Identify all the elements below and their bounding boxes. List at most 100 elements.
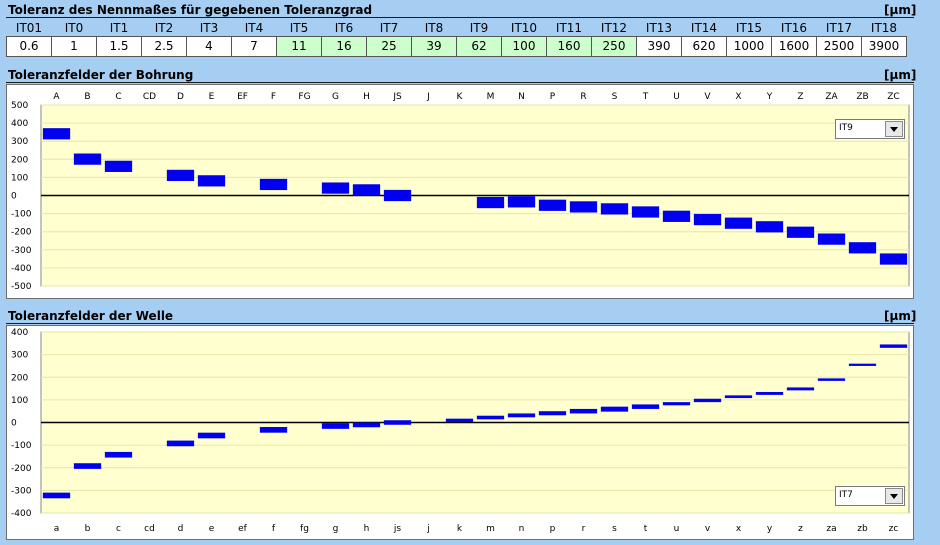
category-label: m	[486, 524, 495, 534]
category-label: js	[393, 524, 402, 534]
category-label: b	[85, 524, 91, 534]
tolerance-bar	[879, 344, 908, 348]
y-tick-label: -200	[11, 464, 32, 474]
y-tick-label: 0	[11, 419, 17, 429]
tolerance-bar	[259, 178, 288, 191]
grade-label: IT2	[154, 21, 174, 35]
category-label: n	[519, 524, 525, 534]
grade-value: 62	[456, 36, 502, 57]
y-tick-label: 200	[11, 155, 28, 165]
category-label: H	[363, 92, 370, 102]
shaft-grade-dropdown[interactable]: IT7	[835, 486, 905, 506]
tolerance-bar	[507, 196, 536, 208]
grade-label: IT8	[424, 21, 444, 35]
chevron-down-icon[interactable]	[885, 488, 903, 504]
category-label: e	[209, 524, 215, 534]
shaft-unit: [µm]	[884, 309, 917, 323]
tolerance-bar	[166, 440, 195, 447]
grade-label: IT17	[825, 21, 853, 35]
tolerance-bar	[786, 226, 815, 238]
y-tick-label: -500	[11, 282, 32, 292]
tolerance-bar	[724, 217, 753, 229]
shaft-rule	[6, 323, 914, 324]
category-label: y	[767, 524, 773, 534]
tolerance-bar	[197, 432, 226, 439]
category-label: Z	[797, 92, 803, 102]
tolerance-bar	[259, 427, 288, 433]
bore-dropdown-value: IT9	[839, 123, 853, 133]
category-label: FG	[298, 92, 310, 102]
tolerance-bar	[352, 422, 381, 428]
grade-label: IT14	[690, 21, 718, 35]
y-tick-label: -100	[11, 210, 32, 220]
grade-value: 11	[276, 36, 322, 57]
grade-value: 620	[681, 36, 727, 57]
category-label: C	[115, 92, 121, 102]
grade-value: 250	[591, 36, 637, 57]
tolerance-bar	[693, 398, 722, 403]
y-tick-label: -100	[11, 441, 32, 451]
category-label: EF	[237, 92, 248, 102]
tolerance-bar	[104, 160, 133, 172]
category-label: N	[518, 92, 525, 102]
grade-value: 100	[501, 36, 547, 57]
grade-value: 3900	[861, 36, 907, 57]
y-tick-label: -400	[11, 509, 32, 519]
category-label: Y	[766, 92, 773, 102]
tolerance-bar	[662, 402, 691, 406]
tolerance-bar	[445, 418, 474, 423]
bore-chart-box: 500 400 300 200 100 0 -100 -200 -300 -400 -500 A B C C…	[6, 84, 914, 299]
tolerance-bar	[538, 199, 567, 211]
grade-label: IT10	[510, 21, 538, 35]
category-label: A	[53, 92, 60, 102]
category-label: ZA	[825, 92, 838, 102]
bore-grade-dropdown[interactable]: IT9	[835, 119, 905, 139]
y-tick-label: 300	[11, 137, 28, 147]
grade-value: 1	[51, 36, 97, 57]
category-label: ef	[238, 524, 248, 534]
tolerance-bar	[569, 201, 598, 213]
category-label: za	[826, 524, 836, 534]
tolerance-bar	[197, 175, 226, 187]
grade-value: 1000	[726, 36, 772, 57]
shaft-dropdown-value: IT7	[839, 490, 853, 500]
y-tick-label: -300	[11, 246, 32, 256]
tolerance-bar	[352, 184, 381, 196]
y-tick-label: 300	[11, 351, 28, 361]
tolerance-bar	[693, 213, 722, 226]
category-label: zb	[857, 524, 868, 534]
tolerance-bar	[42, 492, 71, 499]
category-label: B	[84, 92, 90, 102]
category-label: M	[487, 92, 495, 102]
category-label: k	[457, 524, 463, 534]
category-label: g	[333, 524, 339, 534]
grade-value: 2.5	[141, 36, 187, 57]
category-label: D	[177, 92, 184, 102]
grade-value: 7	[231, 36, 277, 57]
header-title: Toleranz des Nennmaßes für gegebenen Tol…	[8, 3, 373, 17]
grade-value: 2500	[816, 36, 862, 57]
grade-value: 0.6	[6, 36, 52, 57]
category-label: f	[272, 524, 276, 534]
grade-label: IT5	[289, 21, 309, 35]
grade-header-row: IT01 IT0 IT1 IT2 IT3 IT4 IT5 IT6 IT7 IT8 IT9 IT10 IT…	[7, 20, 907, 37]
category-label: U	[673, 92, 680, 102]
grade-value: 390	[636, 36, 682, 57]
y-tick-label: 500	[11, 101, 28, 111]
tolerance-bar	[631, 206, 660, 218]
category-label: p	[550, 524, 556, 534]
category-label: h	[364, 524, 370, 534]
y-tick-label: 400	[11, 328, 28, 338]
tolerance-bar	[848, 242, 877, 254]
category-label: G	[332, 92, 339, 102]
category-label: u	[674, 524, 680, 534]
chevron-down-icon[interactable]	[885, 121, 903, 137]
grade-label: IT13	[645, 21, 673, 35]
category-label: JS	[392, 92, 402, 102]
tolerance-bar	[476, 196, 505, 209]
category-label: s	[612, 524, 617, 534]
category-label: z	[798, 524, 803, 534]
grade-value: 160	[546, 36, 592, 57]
tolerance-bar	[42, 128, 71, 140]
category-label: J	[426, 92, 430, 102]
